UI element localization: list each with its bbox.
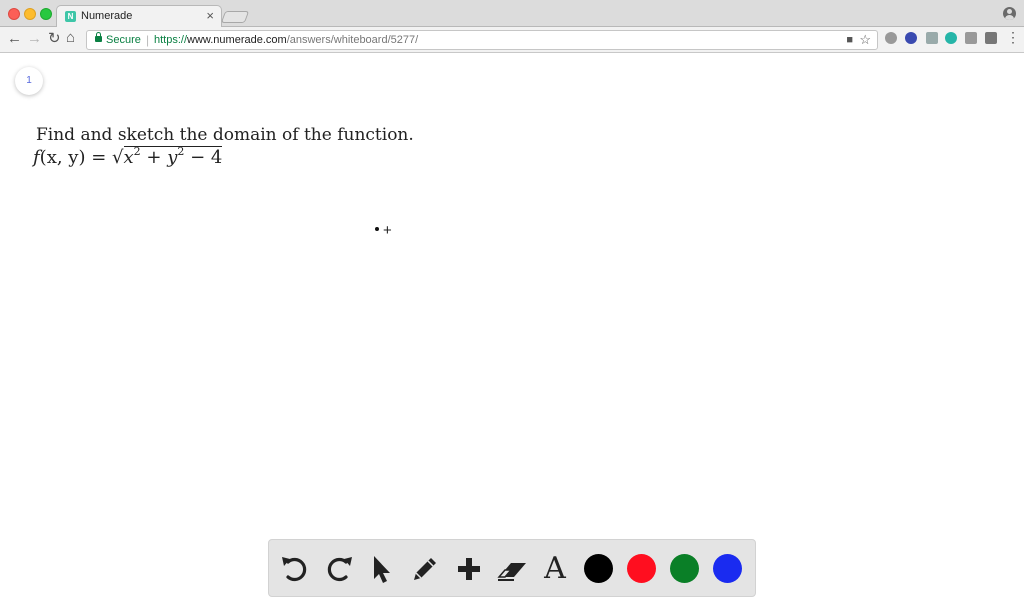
url-scheme: https:// — [154, 34, 188, 46]
numerade-favicon-icon: N — [65, 11, 76, 22]
pen-cursor-dot — [375, 227, 379, 231]
window-maximize-button[interactable] — [40, 8, 52, 20]
undo-icon[interactable] — [279, 553, 311, 585]
profile-avatar-icon[interactable] — [1003, 7, 1016, 20]
color-blue-swatch[interactable] — [713, 554, 742, 583]
color-green-swatch[interactable] — [670, 554, 699, 583]
extension-icon[interactable] — [965, 32, 977, 44]
camera-icon[interactable]: ■ — [846, 34, 853, 46]
extension-icon[interactable] — [985, 32, 997, 44]
browser-tab-numerade[interactable]: N Numerade × — [56, 5, 222, 28]
extension-m-icon[interactable] — [945, 32, 957, 44]
url-text[interactable]: https://www.numerade.com/answers/whitebo… — [154, 34, 418, 46]
window-close-button[interactable] — [8, 8, 20, 20]
lock-icon — [95, 32, 102, 42]
eraser-icon[interactable] — [496, 553, 528, 585]
browser-menu-icon[interactable]: ⋮ — [1006, 30, 1020, 44]
radicand-plus: + — [140, 147, 168, 168]
forward-arrow-icon[interactable]: → — [27, 31, 42, 47]
pencil-icon[interactable] — [409, 553, 441, 585]
url-separator: | — [146, 33, 150, 47]
home-icon[interactable]: ⌂ — [66, 30, 75, 46]
bookmark-star-icon[interactable]: ☆ — [859, 32, 871, 48]
function-formula: f(x, y) = √ x2 + y2 − 4 — [33, 145, 223, 168]
radicand-minus-const: − 4 — [184, 147, 223, 168]
tab-title: Numerade — [81, 10, 133, 22]
crosshair-cursor-icon: + — [383, 222, 392, 239]
redo-icon[interactable] — [323, 553, 355, 585]
browser-toolbar: ← → ↻ ⌂ Secure | https://www.numerade.co… — [0, 27, 1024, 53]
formula-f: f — [33, 147, 40, 168]
plus-icon[interactable] — [453, 553, 485, 585]
problem-statement: Find and sketch the domain of the functi… — [33, 125, 414, 168]
extension-icon[interactable] — [926, 32, 938, 44]
radicand-y: y — [167, 147, 178, 168]
text-icon[interactable]: A — [539, 553, 571, 585]
browser-tab-strip: N Numerade × — [0, 0, 1024, 28]
radicand: x2 + y2 − 4 — [123, 145, 223, 168]
window-minimize-button[interactable] — [24, 8, 36, 20]
secure-label: Secure — [106, 34, 141, 46]
formula-args: (x, y) = — [39, 147, 107, 168]
tab-close-icon[interactable]: × — [206, 8, 214, 23]
url-host: www.numerade.com — [187, 34, 287, 46]
reload-icon[interactable]: ↻ — [48, 31, 61, 47]
color-red-swatch[interactable] — [627, 554, 656, 583]
drawing-toolbar: A — [268, 539, 756, 597]
radicand-x: x — [123, 147, 134, 168]
back-arrow-icon[interactable]: ← — [7, 31, 22, 47]
extension-icon[interactable] — [885, 32, 897, 44]
url-path: /answers/whiteboard/5277/ — [286, 34, 419, 46]
page-number-badge[interactable]: 1 — [15, 67, 43, 95]
extension-flag-icon[interactable] — [905, 32, 917, 44]
color-black-swatch[interactable] — [584, 554, 613, 583]
new-tab-button[interactable] — [220, 11, 250, 23]
address-bar[interactable]: Secure | https://www.numerade.com/answer… — [86, 30, 878, 50]
radical-sign: √ — [112, 147, 124, 168]
question-text: Find and sketch the domain of the functi… — [36, 125, 414, 145]
pointer-icon[interactable] — [366, 553, 398, 585]
